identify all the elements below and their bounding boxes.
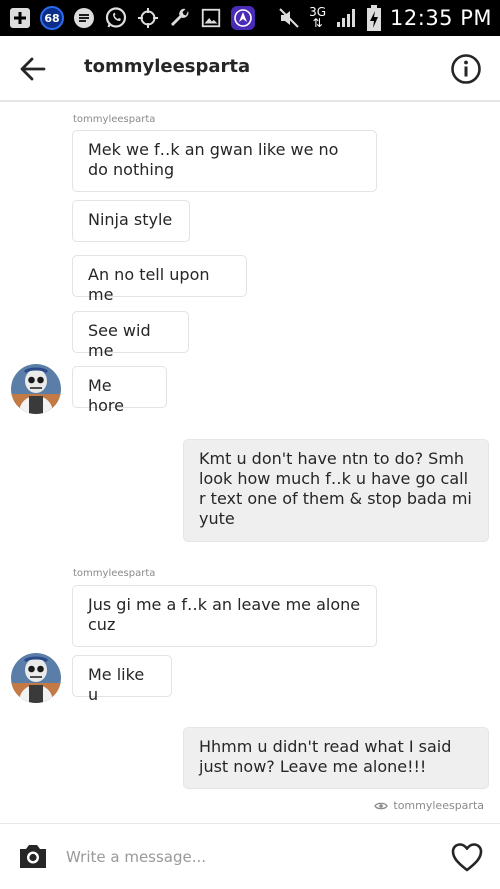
whatsapp-icon xyxy=(104,6,128,30)
message-composer xyxy=(0,823,500,889)
message-bubble-incoming[interactable]: Me like u xyxy=(72,655,172,704)
message-bubble-incoming[interactable]: See wid me xyxy=(72,311,189,360)
navigation-app-icon xyxy=(230,5,256,31)
sender-label: tommyleesparta xyxy=(73,114,156,125)
status-right-icons: 3G ⇅ 12:35 PM xyxy=(277,4,492,32)
info-button[interactable] xyxy=(450,53,482,85)
image-icon xyxy=(200,7,222,29)
status-left-icons: 68 xyxy=(8,5,256,31)
status-time: 12:35 PM xyxy=(390,6,492,30)
avatar[interactable] xyxy=(11,653,61,703)
sender-label: tommyleesparta xyxy=(73,568,156,579)
mute-icon xyxy=(277,6,301,30)
message-bubble-incoming[interactable]: Jus gi me a f․․k an leave me alone cuz xyxy=(72,585,377,647)
thread-title[interactable]: tommyleesparta xyxy=(84,56,250,77)
wrench-icon xyxy=(168,6,192,30)
battery-charging-icon xyxy=(366,5,382,31)
message-bubble-outgoing[interactable]: Hhmm u didn't read what I said just now?… xyxy=(183,727,489,789)
gps-icon xyxy=(136,6,160,30)
info-circle-icon xyxy=(451,54,481,84)
eye-icon xyxy=(374,802,389,809)
message-icon xyxy=(72,6,96,30)
avatar[interactable] xyxy=(11,364,61,414)
seen-by-label: tommyleesparta xyxy=(393,799,484,812)
message-bubble-outgoing[interactable]: Kmt u don't have ntn to do? Smh look how… xyxy=(183,439,489,542)
like-button[interactable] xyxy=(450,841,484,873)
message-bubble-incoming[interactable]: Mek we f․․k an gwan like we no do nothin… xyxy=(72,130,377,192)
status-bar: 68 3G ⇅ 12:35 PM xyxy=(0,0,500,36)
message-input[interactable] xyxy=(66,844,426,870)
network-type: 3G ⇅ xyxy=(309,5,327,30)
signal-icon xyxy=(334,6,358,30)
back-button[interactable] xyxy=(18,55,48,83)
seen-indicator: tommyleesparta xyxy=(374,799,484,812)
message-bubble-incoming[interactable]: Ninja style xyxy=(72,200,190,242)
camera-icon xyxy=(20,845,46,868)
arrow-left-icon xyxy=(20,57,46,81)
heart-icon xyxy=(451,843,483,872)
message-bubble-incoming[interactable]: Me hore xyxy=(72,366,167,415)
notification-count-badge: 68 xyxy=(40,6,64,30)
message-bubble-incoming[interactable]: An no tell upon me xyxy=(72,255,247,304)
thread-header: tommyleesparta xyxy=(0,36,500,102)
plus-box-icon xyxy=(8,6,32,30)
camera-button[interactable] xyxy=(17,842,49,870)
